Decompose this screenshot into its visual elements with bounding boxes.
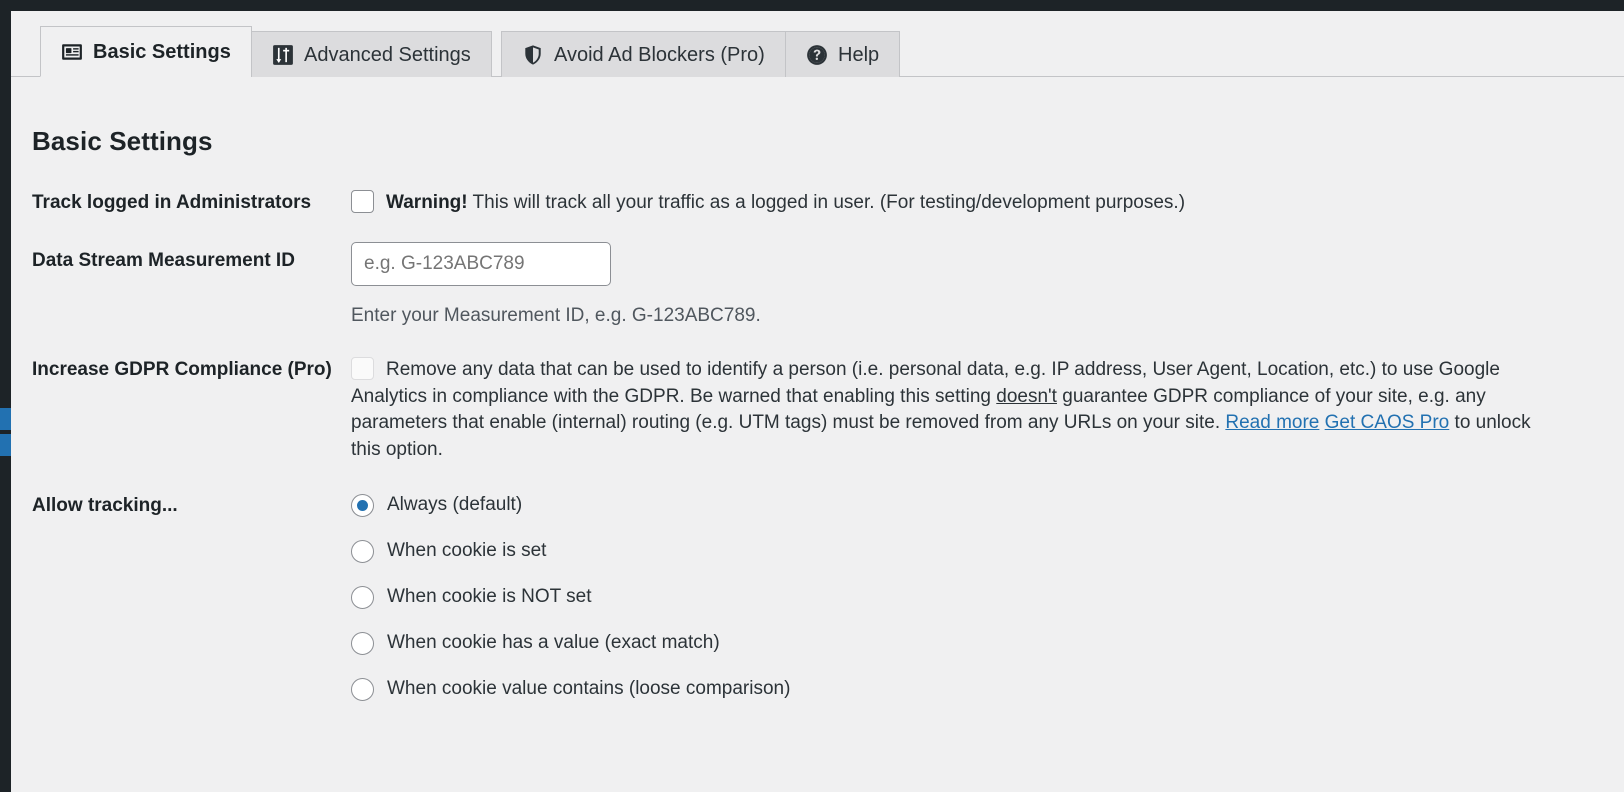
allow-tracking-radio-group: Always (default) When cookie is set When… [351,483,1604,713]
radio-label: Always (default) [387,494,523,516]
tab-basic-settings[interactable]: Basic Settings [40,26,252,77]
radio-indicator[interactable] [351,540,374,564]
measurement-id-input[interactable] [351,241,611,286]
radio-option-cookie-is-set[interactable]: When cookie is set [351,529,1604,575]
warning-prefix: Warning! [386,192,468,213]
setting-label: Track logged in Administrators [32,192,312,213]
admin-sidebar-menu[interactable] [0,11,11,792]
radio-label: When cookie is NOT set [387,586,592,608]
setting-label: Increase GDPR Compliance (Pro) [32,359,332,381]
sliders-icon [272,44,294,66]
page-title: Basic Settings [32,126,213,157]
settings-form: Track logged in Administrators Warning! … [11,176,1624,728]
radio-option-cookie-loose-comparison[interactable]: When cookie value contains (loose compar… [351,667,1604,713]
setting-row-measurement-id: Data Stream Measurement ID Enter your Me… [11,232,1624,345]
radio-label: When cookie is set [387,540,547,562]
tab-label: Help [838,43,880,66]
tab-label: Avoid Ad Blockers (Pro) [554,43,765,66]
gdpr-description: Remove any data that can be used to iden… [351,357,1561,463]
tab-advanced-settings[interactable]: Advanced Settings [251,31,492,77]
read-more-link[interactable]: Read more [1225,412,1319,433]
radio-indicator[interactable] [351,586,374,610]
sidebar-active-indicator-secondary [0,434,11,456]
measurement-id-description: Enter your Measurement ID, e.g. G-123ABC… [351,304,761,326]
radio-indicator[interactable] [351,494,374,518]
tab-help[interactable]: Help [785,31,901,77]
id-card-icon [61,41,83,63]
track-admins-description: This will track all your traffic as a lo… [467,192,1186,213]
question-circle-icon [806,44,828,66]
sidebar-active-indicator [0,408,11,430]
setting-row-gdpr-compliance: Increase GDPR Compliance (Pro) Remove an… [11,344,1624,478]
setting-field: Remove any data that can be used to iden… [351,344,1624,478]
tab-label: Advanced Settings [304,43,471,66]
setting-field: Warning! This will track all your traffi… [351,176,1624,232]
setting-field: Enter your Measurement ID, e.g. G-123ABC… [351,232,1624,345]
gdpr-checkbox [351,357,374,381]
setting-label: Data Stream Measurement ID [32,249,295,271]
radio-option-cookie-is-not-set[interactable]: When cookie is NOT set [351,575,1604,621]
setting-row-track-admins: Track logged in Administrators Warning! … [11,176,1624,232]
radio-option-always[interactable]: Always (default) [351,483,1604,529]
wordpress-admin-screen: Basic Settings Advanced Settings Avoid A… [0,0,1624,792]
settings-tab-bar: Basic Settings Advanced Settings Avoid A… [11,25,1624,77]
radio-label: When cookie value contains (loose compar… [387,678,791,700]
radio-indicator[interactable] [351,678,374,702]
radio-indicator[interactable] [351,632,374,656]
admin-bar [0,0,1624,11]
setting-row-allow-tracking: Allow tracking... Always (default) When … [11,479,1624,728]
track-admins-checkbox[interactable] [351,190,374,213]
tab-label: Basic Settings [93,40,231,63]
tab-avoid-ad-blockers[interactable]: Avoid Ad Blockers (Pro) [501,31,786,77]
get-caos-pro-link[interactable]: Get CAOS Pro [1325,412,1450,433]
radio-label: When cookie has a value (exact match) [387,632,720,654]
admin-content-area: Basic Settings Advanced Settings Avoid A… [11,11,1624,792]
radio-option-cookie-exact-match[interactable]: When cookie has a value (exact match) [351,621,1604,667]
shield-icon [522,44,544,66]
setting-field: Always (default) When cookie is set When… [351,479,1624,728]
setting-label: Allow tracking... [32,494,178,516]
gdpr-emphasis: doesn't [996,385,1057,407]
